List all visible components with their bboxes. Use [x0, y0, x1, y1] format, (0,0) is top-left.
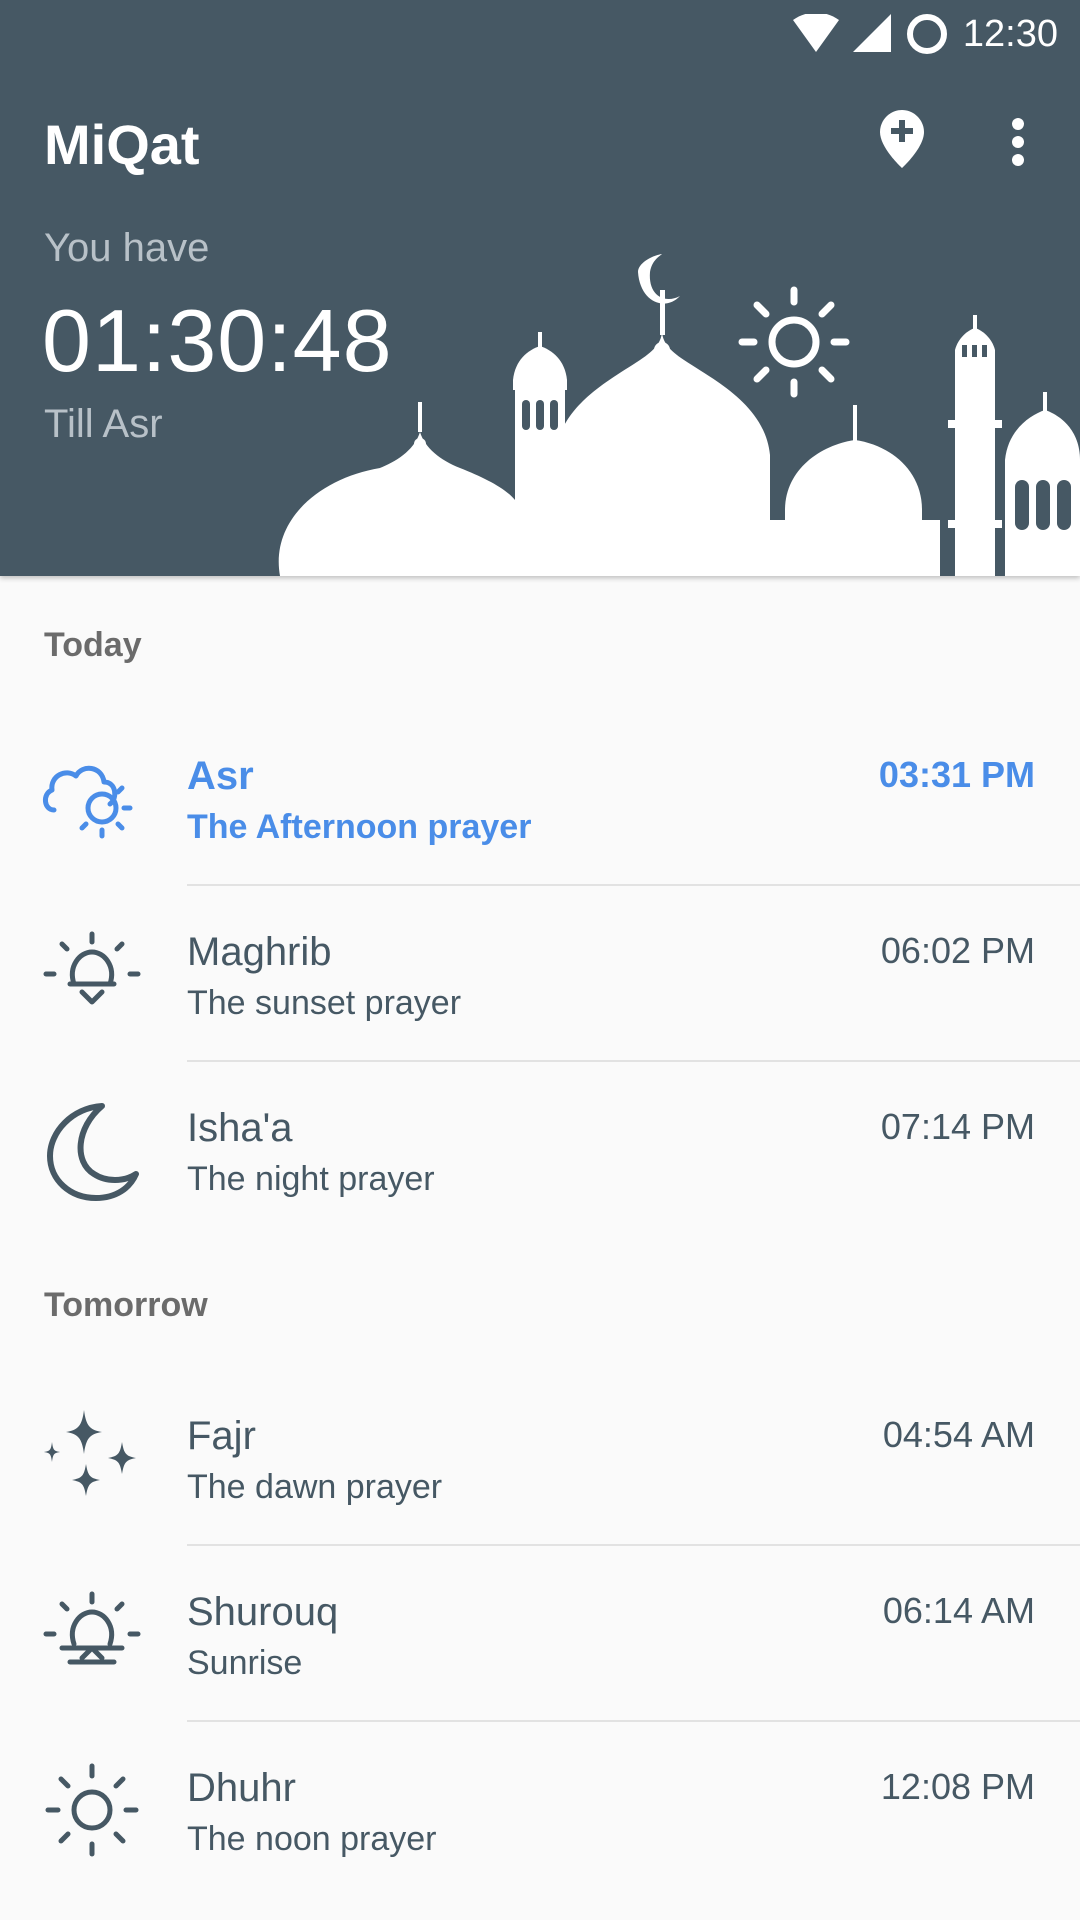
prayer-name: Shurouq — [187, 1590, 339, 1634]
row-divider — [187, 1544, 1080, 1546]
prayer-name: Maghrib — [187, 930, 332, 974]
sunset-icon — [43, 931, 141, 1005]
prayer-row-asr[interactable]: Asr The Afternoon prayer 03:31 PM — [0, 712, 1080, 888]
row-divider — [187, 884, 1080, 886]
prayer-time: 06:14 AM — [882, 1590, 1035, 1631]
countdown-timer: 01:30:48 — [42, 291, 393, 390]
prayer-description: The sunset prayer — [187, 984, 462, 1022]
prayer-row-ishaa[interactable]: Isha'a The night prayer 07:14 PM — [0, 1064, 1080, 1240]
section-label-today: Today — [44, 626, 142, 664]
countdown-next-prayer: Till Asr — [44, 402, 163, 446]
prayer-time: 04:54 AM — [882, 1414, 1035, 1455]
prayer-time: 12:08 PM — [880, 1766, 1035, 1807]
status-time: 12:30 — [962, 12, 1058, 55]
row-divider — [187, 1060, 1080, 1062]
prayer-name: Asr — [187, 754, 254, 798]
prayer-name: Dhuhr — [187, 1766, 296, 1810]
prayer-description: The dawn prayer — [187, 1468, 443, 1506]
prayer-row-fajr[interactable]: Fajr The dawn prayer 04:54 AM — [0, 1372, 1080, 1548]
moon-icon — [47, 1103, 139, 1201]
row-divider — [187, 1720, 1080, 1722]
prayer-description: The night prayer — [187, 1160, 435, 1198]
more-options-icon[interactable] — [1010, 118, 1026, 166]
section-label-tomorrow: Tomorrow — [44, 1286, 208, 1324]
prayer-time: 07:14 PM — [880, 1106, 1035, 1147]
prayer-name: Fajr — [187, 1414, 256, 1458]
countdown-prefix: You have — [44, 226, 210, 270]
sun-icon — [45, 1763, 139, 1857]
add-location-icon[interactable] — [880, 110, 924, 170]
prayer-name: Isha'a — [187, 1106, 293, 1150]
sunrise-icon — [43, 1591, 141, 1665]
status-bar: 12:30 — [0, 0, 1080, 66]
prayer-description: The Afternoon prayer — [187, 808, 532, 846]
battery-circle-icon — [906, 14, 947, 54]
wifi-icon — [792, 14, 839, 52]
prayer-row-maghrib[interactable]: Maghrib The sunset prayer 06:02 PM — [0, 888, 1080, 1064]
cloud-sun-icon — [43, 765, 133, 839]
prayer-row-dhuhr[interactable]: Dhuhr The noon prayer 12:08 PM — [0, 1724, 1080, 1900]
prayer-description: Sunrise — [187, 1644, 303, 1682]
prayer-time: 03:31 PM — [878, 754, 1035, 795]
stars-icon — [44, 1410, 136, 1496]
prayer-row-shurouq[interactable]: Shurouq Sunrise 06:14 AM — [0, 1548, 1080, 1724]
cell-signal-icon — [852, 14, 891, 52]
app-header: 12:30 MiQat You have 01:30:48 Till Asr — [0, 0, 1080, 576]
prayer-time: 06:02 PM — [880, 930, 1035, 971]
mosque-skyline-illustration — [278, 254, 1080, 576]
app-title: MiQat — [44, 113, 200, 176]
prayer-description: The noon prayer — [187, 1820, 437, 1858]
